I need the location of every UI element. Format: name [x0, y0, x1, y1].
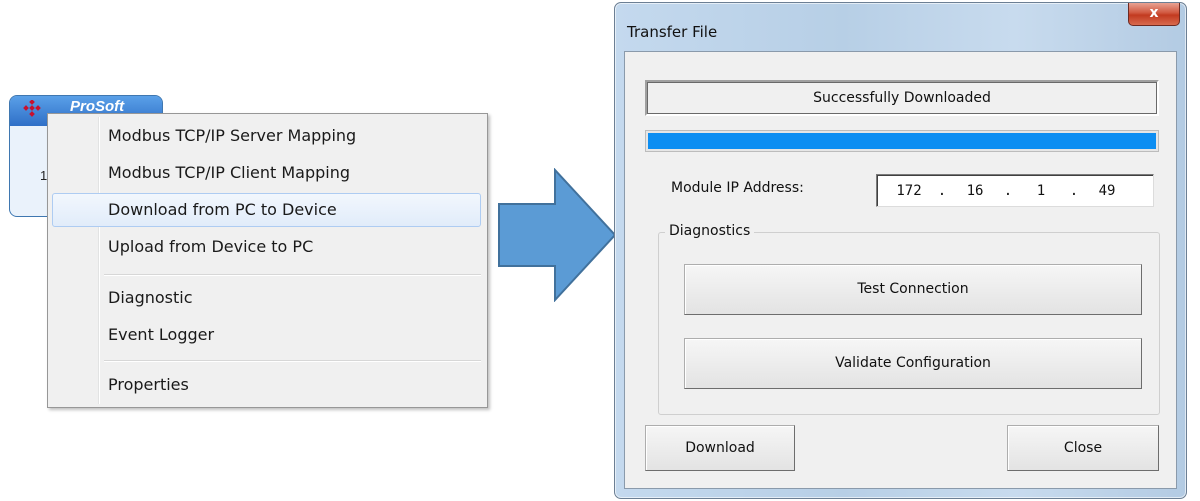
menu-separator [104, 274, 481, 276]
dialog-title: Transfer File [627, 23, 718, 41]
ip-separator: . [937, 182, 947, 199]
ip-octet-2[interactable]: 16 [955, 183, 995, 199]
right-arrow-icon [498, 168, 617, 302]
close-button[interactable]: Close [1007, 425, 1159, 471]
ip-octet-3[interactable]: 1 [1021, 183, 1061, 199]
ip-separator: . [1003, 182, 1013, 199]
diagnostics-group: Diagnostics Test Connection Validate Con… [658, 223, 1160, 415]
transfer-file-dialog: Transfer File x Successfully Downloaded … [614, 2, 1187, 499]
progress-bar-fill [648, 133, 1156, 149]
ip-separator: . [1069, 182, 1079, 199]
close-icon: x [1149, 5, 1159, 21]
download-button[interactable]: Download [645, 425, 795, 471]
test-connection-button[interactable]: Test Connection [684, 264, 1142, 315]
ip-octet-1[interactable]: 172 [889, 183, 929, 199]
menu-item-diagnostic[interactable]: Diagnostic [52, 281, 481, 315]
dialog-client-area: Successfully Downloaded Module IP Addres… [624, 51, 1177, 489]
diagnostics-group-label: Diagnostics [665, 223, 755, 239]
menu-item-upload-device-to-pc[interactable]: Upload from Device to PC [52, 230, 481, 264]
menu-item-server-mapping[interactable]: Modbus TCP/IP Server Mapping [52, 119, 481, 153]
ip-octet-4[interactable]: 49 [1087, 183, 1127, 199]
menu-item-properties[interactable]: Properties [52, 368, 481, 402]
menu-item-download-pc-to-device[interactable]: Download from PC to Device [52, 193, 481, 227]
validate-configuration-button[interactable]: Validate Configuration [684, 338, 1142, 389]
progress-bar [645, 130, 1159, 152]
module-ip-label: Module IP Address: [671, 180, 804, 196]
menu-item-client-mapping[interactable]: Modbus TCP/IP Client Mapping [52, 156, 481, 190]
prosoft-logo-icon [23, 100, 41, 117]
window-close-button[interactable]: x [1128, 3, 1180, 26]
menu-separator [104, 360, 481, 362]
status-text: Successfully Downloaded [645, 80, 1159, 116]
menu-item-event-logger[interactable]: Event Logger [52, 318, 481, 352]
context-menu: Modbus TCP/IP Server Mapping Modbus TCP/… [47, 113, 488, 408]
module-ip-address-field[interactable]: 172 . 16 . 1 . 49 [876, 174, 1154, 207]
